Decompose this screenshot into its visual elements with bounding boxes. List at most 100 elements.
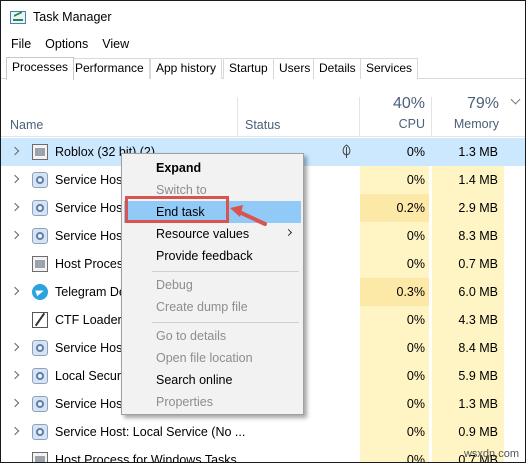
process-name: Service Host	[55, 173, 126, 187]
cpu-cell: 0.3%	[360, 278, 429, 306]
chevron-right-icon[interactable]	[10, 174, 20, 184]
memory-cell: 6.0 MB	[432, 278, 504, 306]
annotation-arrow-icon	[230, 205, 267, 226]
cpu-cell: 0%	[360, 138, 429, 166]
process-name: Service Host	[55, 201, 126, 215]
process-name: Service Host	[55, 229, 126, 243]
task-manager-window: Task Manager File Options View Processes…	[0, 0, 526, 463]
chevron-right-icon[interactable]	[10, 146, 20, 156]
memory-cell: 2.9 MB	[432, 194, 504, 222]
memory-cell: 8.4 MB	[432, 334, 504, 362]
memory-cell: 0.9 MB	[432, 418, 504, 446]
window-icon	[32, 256, 48, 272]
menu-item-properties: Properties	[156, 395, 213, 409]
window-title: Task Manager	[33, 10, 112, 24]
chevron-right-icon[interactable]	[10, 398, 20, 408]
menu-item-resource-values[interactable]: Resource values	[124, 223, 301, 245]
memory-cell: 4.3 MB	[432, 306, 504, 334]
chevron-right-icon[interactable]	[10, 370, 20, 380]
gear-icon	[32, 396, 48, 412]
menu-options[interactable]: Options	[35, 35, 88, 53]
telegram-icon	[32, 284, 48, 300]
tab-bar: Processes Performance App history Startu…	[1, 57, 525, 80]
menu-bar: File Options View	[1, 35, 133, 53]
menu-file[interactable]: File	[1, 35, 31, 53]
tab-processes[interactable]: Processes	[6, 57, 75, 80]
chevron-down-icon[interactable]	[510, 94, 521, 105]
column-separator[interactable]	[431, 97, 432, 137]
column-header: Name Status 40% CPU 79% Memory	[1, 79, 525, 137]
gear-icon	[32, 340, 48, 356]
memory-cell: 0.7 MB	[432, 250, 504, 278]
context-menu: Expand Switch to End task Resource value…	[121, 153, 304, 415]
chevron-right-icon[interactable]	[10, 286, 20, 296]
watermark: wsxdn.com	[463, 448, 519, 460]
menu-item-open-file-location: Open file location	[156, 351, 253, 365]
tab-startup[interactable]: Startup	[223, 58, 274, 79]
memory-cell: 1.4 MB	[432, 166, 504, 194]
ctf-icon	[32, 312, 48, 328]
cpu-total-percent: 40%	[392, 95, 425, 112]
process-name: Telegram De	[55, 285, 126, 299]
table-row[interactable]: Host Process for Windows Tasks 0% 0.7 MB	[1, 446, 525, 463]
window-icon	[32, 144, 48, 160]
cpu-cell: 0%	[360, 390, 429, 418]
cpu-cell: 0%	[360, 446, 429, 462]
gear-icon	[32, 368, 48, 384]
memory-cell: 1.3 MB	[432, 138, 504, 166]
chevron-right-icon[interactable]	[10, 202, 20, 212]
menu-view[interactable]: View	[92, 35, 129, 53]
task-manager-icon	[10, 11, 26, 24]
tab-services[interactable]: Services	[360, 58, 419, 79]
menu-separator	[152, 271, 299, 272]
chevron-right-icon[interactable]	[10, 426, 20, 436]
cpu-cell: 0%	[360, 334, 429, 362]
process-name: Local Securit	[55, 369, 128, 383]
column-status[interactable]: Status	[245, 118, 280, 132]
menu-item-expand[interactable]: Expand	[124, 157, 301, 179]
memory-cell: 5.9 MB	[432, 362, 504, 390]
window-icon	[32, 452, 48, 462]
menu-item-provide-feedback[interactable]: Provide feedback	[124, 245, 301, 267]
process-name: CTF Loader	[55, 313, 122, 327]
menu-item-search-online[interactable]: Search online	[124, 369, 301, 391]
gear-icon	[32, 424, 48, 440]
column-cpu[interactable]: CPU	[381, 117, 425, 131]
column-memory[interactable]: Memory	[449, 117, 499, 131]
menu-separator	[152, 322, 299, 323]
gear-icon	[32, 228, 48, 244]
gear-icon	[32, 200, 48, 216]
leaf-icon	[342, 144, 351, 158]
column-separator[interactable]	[359, 97, 360, 137]
process-name: Host Process	[55, 257, 130, 271]
tab-app-history[interactable]: App history	[150, 58, 223, 79]
column-separator[interactable]	[237, 97, 238, 137]
cpu-cell: 0%	[360, 418, 429, 446]
title-bar: Task Manager	[1, 1, 525, 33]
tab-details[interactable]: Details	[313, 58, 362, 79]
tab-performance[interactable]: Performance	[69, 58, 150, 79]
memory-cell: 1.3 MB	[432, 390, 504, 418]
process-name: Service Host	[55, 341, 126, 355]
cpu-cell: 0%	[360, 306, 429, 334]
cpu-cell: 0%	[360, 250, 429, 278]
table-row[interactable]: Service Host: Local Service (No ... 0% 0…	[1, 418, 525, 446]
process-name: Service Host: Local Service (No ...	[55, 425, 246, 439]
gear-icon	[32, 172, 48, 188]
memory-cell: 8.3 MB	[432, 222, 504, 250]
menu-item-debug: Debug	[156, 278, 193, 292]
column-name[interactable]: Name	[10, 118, 43, 132]
menu-item-create-dump-file: Create dump file	[156, 300, 248, 314]
cpu-cell: 0%	[360, 362, 429, 390]
chevron-right-icon	[284, 228, 293, 237]
tab-users[interactable]: Users	[273, 58, 317, 79]
menu-item-label: Resource values	[156, 227, 250, 241]
process-name: Host Process for Windows Tasks	[55, 453, 237, 463]
chevron-right-icon[interactable]	[10, 230, 20, 240]
chevron-right-icon[interactable]	[10, 342, 20, 352]
memory-total-percent: 79%	[466, 95, 499, 112]
process-name: Service Host	[55, 397, 126, 411]
menu-item-go-to-details: Go to details	[156, 329, 227, 343]
cpu-cell: 0%	[360, 222, 429, 250]
annotation-highlight-box	[125, 196, 229, 223]
